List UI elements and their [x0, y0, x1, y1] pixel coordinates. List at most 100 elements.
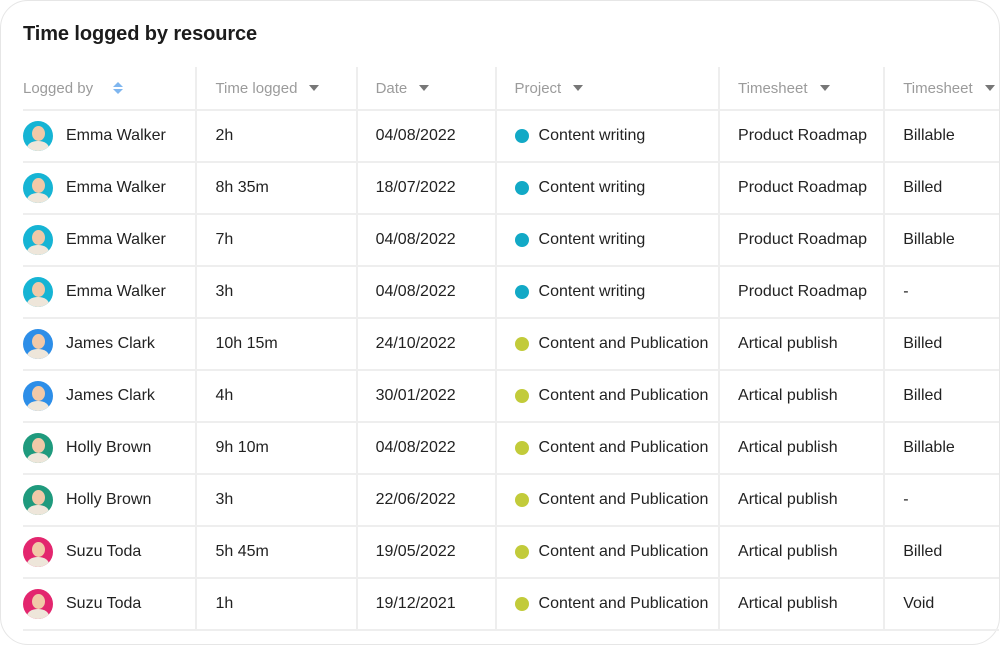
table-row[interactable]: Emma Walker 2h 04/08/2022 Content writin…	[23, 110, 999, 163]
project-cell: Content and Publication	[495, 318, 721, 371]
table-row[interactable]: James Clark 4h 30/01/2022 Content and Pu…	[23, 370, 999, 423]
billing-status-cell: -	[884, 474, 999, 527]
time-logged-cell: 4h	[196, 370, 358, 423]
project-name: Content and Publication	[538, 491, 709, 508]
date-cell: 04/08/2022	[356, 422, 497, 475]
project-name: Content writing	[538, 179, 646, 196]
project-name: Content writing	[538, 127, 646, 144]
column-label: Logged by	[23, 79, 94, 97]
sort-icon[interactable]	[113, 82, 124, 94]
logged-by-cell: Emma Walker	[23, 214, 198, 267]
time-logged-card: Time logged by resource Logged by Time l…	[0, 0, 1000, 645]
time-logged-cell: 3h	[196, 474, 358, 527]
timesheet-cell: Artical publish	[719, 474, 886, 527]
project-color-dot-icon	[514, 545, 529, 559]
billing-status-cell: Billable	[884, 214, 999, 267]
column-header-time-logged[interactable]: Time logged	[196, 67, 358, 111]
project-cell: Content and Publication	[495, 474, 721, 527]
billing-status-cell: Billed	[884, 526, 999, 579]
table-row[interactable]: Suzu Toda 5h 45m 19/05/2022 Content and …	[23, 526, 999, 579]
table-row[interactable]: James Clark 10h 15m 24/10/2022 Content a…	[23, 318, 999, 371]
caret-down-icon[interactable]	[309, 85, 320, 91]
project-color-dot-icon	[514, 337, 529, 351]
person-name: Emma Walker	[66, 179, 166, 196]
table-row[interactable]: Emma Walker 8h 35m 18/07/2022 Content wr…	[23, 162, 999, 215]
person-name: Holly Brown	[66, 439, 152, 456]
column-header-project[interactable]: Project	[495, 67, 721, 111]
caret-down-icon[interactable]	[819, 85, 830, 91]
avatar	[23, 589, 53, 619]
column-header-logged-by[interactable]: Logged by	[23, 67, 198, 111]
table-row[interactable]: Emma Walker 7h 04/08/2022 Content writin…	[23, 214, 999, 267]
project-name: Content writing	[538, 283, 646, 300]
timesheet-cell: Product Roadmap	[719, 266, 886, 319]
table-row[interactable]: Holly Brown 9h 10m 04/08/2022 Content an…	[23, 422, 999, 475]
person-name: James Clark	[66, 387, 155, 404]
date-cell: 04/08/2022	[356, 214, 497, 267]
project-name: Content and Publication	[538, 595, 709, 612]
avatar	[23, 121, 53, 151]
timesheet-cell: Artical publish	[719, 422, 886, 475]
project-cell: Content and Publication	[495, 370, 721, 423]
caret-down-icon[interactable]	[984, 85, 995, 91]
timesheet-cell: Artical publish	[719, 318, 886, 371]
avatar	[23, 485, 53, 515]
logged-by-cell: Emma Walker	[23, 266, 198, 319]
timesheet-cell: Product Roadmap	[719, 162, 886, 215]
table-row[interactable]: Emma Walker 3h 04/08/2022 Content writin…	[23, 266, 999, 319]
column-label: Date	[375, 79, 408, 97]
billing-status-cell: -	[884, 266, 999, 319]
timesheet-cell: Artical publish	[719, 370, 886, 423]
avatar	[23, 537, 53, 567]
project-name: Content and Publication	[538, 335, 709, 352]
project-cell: Content and Publication	[495, 422, 721, 475]
logged-by-cell: Suzu Toda	[23, 526, 198, 579]
logged-by-cell: James Clark	[23, 370, 198, 423]
column-header-timesheet[interactable]: Timesheet	[719, 67, 886, 111]
column-header-timesheet-status[interactable]: Timesheet	[884, 67, 999, 111]
project-name: Content and Publication	[538, 439, 709, 456]
date-cell: 04/08/2022	[356, 110, 497, 163]
avatar	[23, 225, 53, 255]
timesheet-cell: Product Roadmap	[719, 214, 886, 267]
column-label: Project	[514, 79, 562, 97]
billing-status-cell: Billable	[884, 422, 999, 475]
person-name: Suzu Toda	[66, 543, 142, 560]
date-cell: 18/07/2022	[356, 162, 497, 215]
table-row[interactable]: Suzu Toda 1h 19/12/2021 Content and Publ…	[23, 578, 999, 631]
project-color-dot-icon	[514, 181, 529, 195]
project-cell: Content and Publication	[495, 526, 721, 579]
avatar	[23, 381, 53, 411]
person-name: Emma Walker	[66, 283, 166, 300]
logged-by-cell: Emma Walker	[23, 162, 198, 215]
column-header-date[interactable]: Date	[356, 67, 497, 111]
logged-by-cell: Emma Walker	[23, 110, 198, 163]
project-color-dot-icon	[514, 389, 529, 403]
avatar	[23, 329, 53, 359]
date-cell: 19/12/2021	[356, 578, 497, 631]
column-label: Time logged	[215, 79, 298, 97]
avatar	[23, 433, 53, 463]
time-logged-cell: 10h 15m	[196, 318, 358, 371]
logged-by-cell: Suzu Toda	[23, 578, 198, 631]
time-logged-cell: 9h 10m	[196, 422, 358, 475]
timesheet-cell: Artical publish	[719, 578, 886, 631]
project-cell: Content writing	[495, 266, 721, 319]
billing-status-cell: Void	[884, 578, 999, 631]
time-logged-cell: 3h	[196, 266, 358, 319]
caret-down-icon[interactable]	[419, 85, 430, 91]
time-logged-cell: 8h 35m	[196, 162, 358, 215]
caret-down-icon[interactable]	[573, 85, 584, 91]
logged-by-cell: Holly Brown	[23, 422, 198, 475]
project-name: Content and Publication	[538, 543, 709, 560]
column-label: Timesheet	[738, 79, 808, 97]
project-name: Content and Publication	[538, 387, 709, 404]
table-row[interactable]: Holly Brown 3h 22/06/2022 Content and Pu…	[23, 474, 999, 527]
person-name: Suzu Toda	[66, 595, 142, 612]
time-logged-cell: 7h	[196, 214, 358, 267]
billing-status-cell: Billed	[884, 162, 999, 215]
timesheet-cell: Product Roadmap	[719, 110, 886, 163]
time-logged-cell: 2h	[196, 110, 358, 163]
project-cell: Content writing	[495, 110, 721, 163]
person-name: Holly Brown	[66, 491, 152, 508]
